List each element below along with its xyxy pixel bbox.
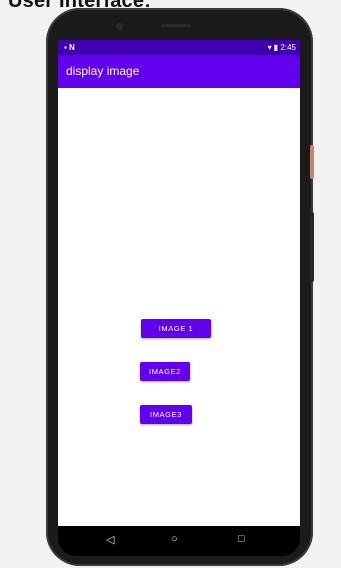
volume-button bbox=[310, 212, 314, 282]
status-clock: ▾ ▮ 2:45 bbox=[267, 43, 296, 52]
status-bar: ▪ N ▾ ▮ 2:45 bbox=[58, 40, 300, 55]
app-screen: ▪ N ▾ ▮ 2:45 display image IMAGE 1 IMAGE… bbox=[58, 40, 300, 526]
navigation-bar: ◁ ○ □ bbox=[58, 526, 300, 556]
front-camera-icon bbox=[116, 23, 123, 30]
image3-button[interactable]: IMAGE3 bbox=[140, 405, 192, 424]
status-notification-icons: ▪ N bbox=[64, 43, 75, 52]
image1-button[interactable]: IMAGE 1 bbox=[141, 319, 211, 338]
app-title: display image bbox=[66, 64, 140, 78]
app-bar: display image bbox=[58, 55, 300, 88]
back-icon[interactable]: ◁ bbox=[106, 533, 114, 546]
power-button bbox=[310, 145, 314, 179]
image2-button[interactable]: IMAGE2 bbox=[140, 362, 190, 381]
recents-icon[interactable]: □ bbox=[238, 533, 245, 545]
earpiece-speaker bbox=[161, 24, 191, 27]
home-icon[interactable]: ○ bbox=[171, 533, 178, 545]
